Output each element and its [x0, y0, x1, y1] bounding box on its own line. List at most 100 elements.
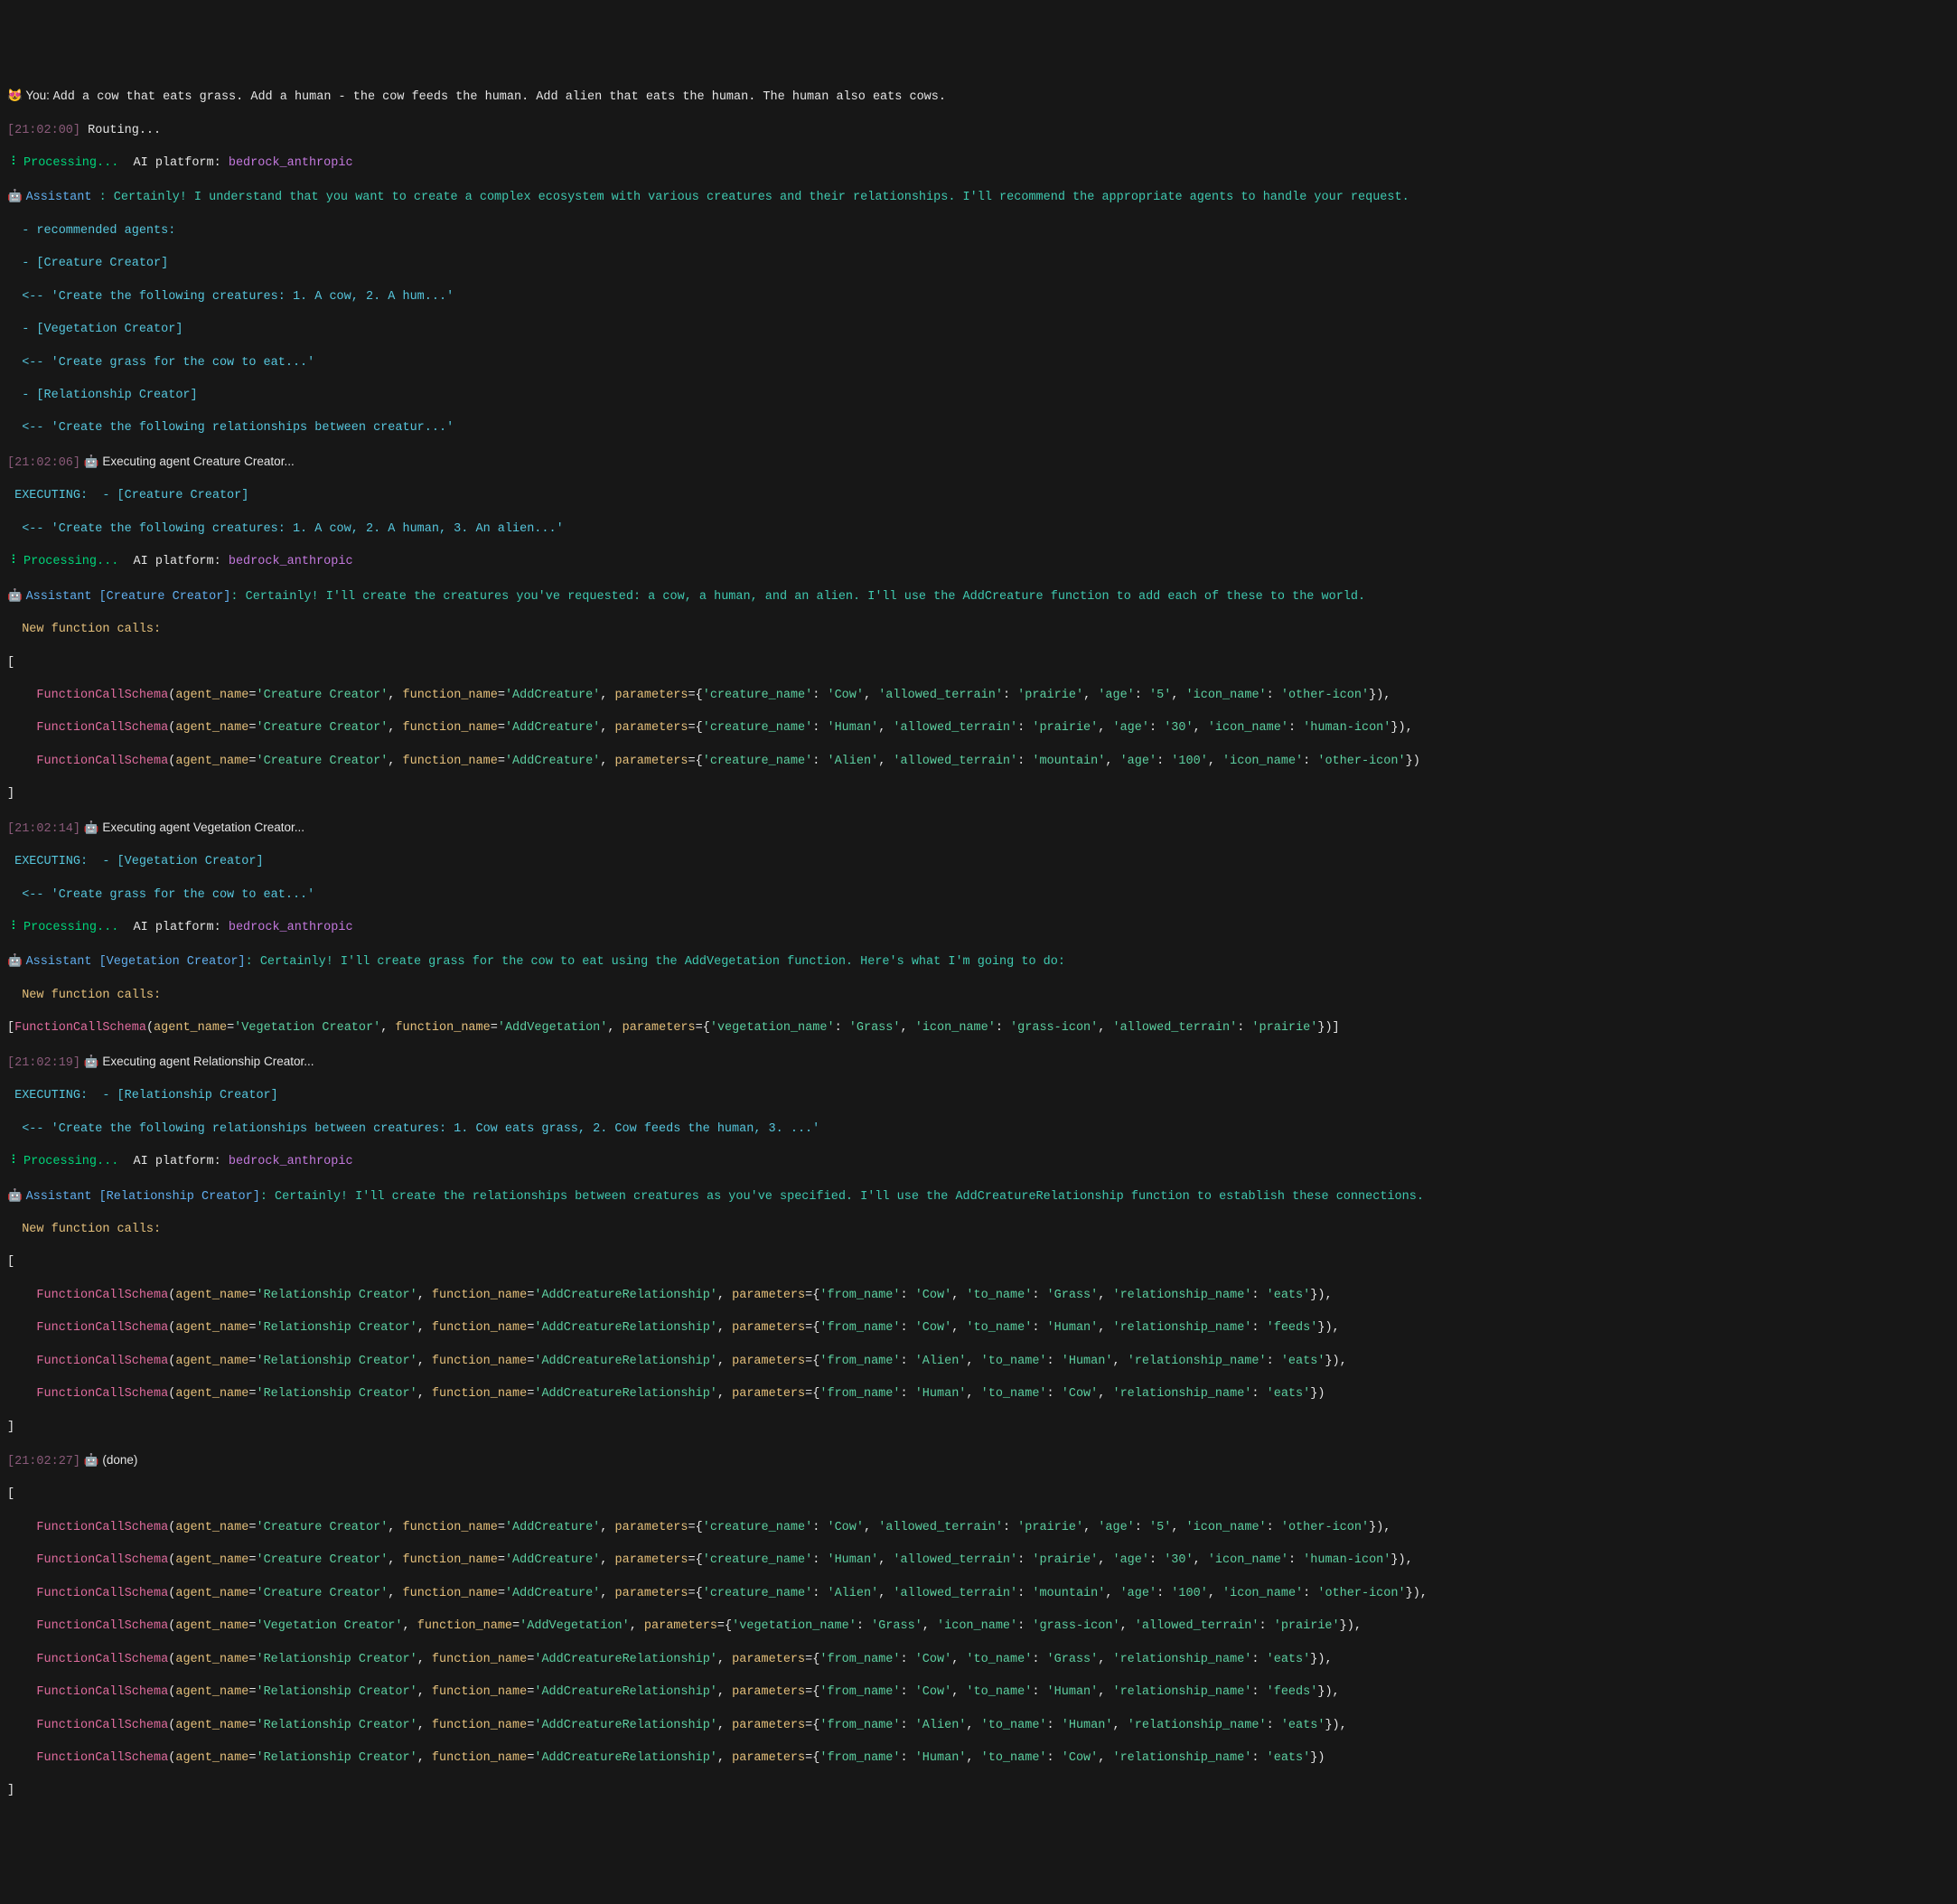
assistant-colon: :	[99, 191, 114, 204]
ai-platform-label: AI platform:	[118, 921, 229, 934]
function-call: FunctionCallSchema(agent_name='Relations…	[7, 1684, 1950, 1701]
assistant-text: Certainly! I understand that you want to…	[114, 191, 1409, 204]
function-call: [FunctionCallSchema(agent_name='Vegetati…	[7, 1020, 1950, 1036]
user-text: Add a cow that eats grass. Add a human -…	[53, 90, 946, 104]
exec-line: [21:02:19] 🤖 Executing agent Relationshi…	[7, 1054, 1950, 1072]
processing-line: ⠸ Processing... AI platform: bedrock_ant…	[7, 155, 1950, 172]
user-icon: 😻 You:	[7, 89, 53, 102]
assistant-label: Assistant	[26, 955, 99, 969]
executing-label-line: EXECUTING: - [Vegetation Creator]	[7, 854, 1950, 870]
recommended-agents: - recommended agents:	[7, 223, 1950, 239]
exec-task: <-- 'Create the following relationships …	[7, 1121, 1950, 1138]
processing-line: ⠸ Processing... AI platform: bedrock_ant…	[7, 554, 1950, 570]
ai-platform-value: bedrock_anthropic	[229, 921, 353, 934]
exec-task: <-- 'Create grass for the cow to eat...'	[7, 887, 1950, 904]
ai-platform-label: AI platform:	[118, 555, 229, 568]
ai-platform-label: AI platform:	[118, 156, 229, 170]
assistant-line: 🤖 Assistant [Relationship Creator]: Cert…	[7, 1187, 1950, 1205]
assistant-text: Certainly! I'll create the relationships…	[275, 1190, 1424, 1204]
bracket-close: ]	[7, 786, 1950, 802]
assistant-agent-bracket: [Vegetation Creator]	[99, 955, 246, 969]
assistant-label: Assistant	[26, 191, 99, 204]
bracket-open: [	[7, 655, 1950, 671]
bracket-close: ]	[7, 1420, 1950, 1436]
assistant-text: Certainly! I'll create the creatures you…	[246, 590, 1366, 604]
executing-text: 🤖 Executing agent Vegetation Creator...	[80, 821, 304, 834]
assistant-colon: :	[246, 955, 260, 969]
function-call: FunctionCallSchema(agent_name='Creature …	[7, 688, 1950, 704]
processing-label: ⠸ Processing...	[7, 1155, 118, 1168]
ai-platform-value: bedrock_anthropic	[229, 555, 353, 568]
processing-label: ⠸ Processing...	[7, 156, 118, 170]
exec-line: [21:02:14] 🤖 Executing agent Vegetation …	[7, 820, 1950, 838]
agent-item: - [Creature Creator]	[7, 256, 1950, 272]
function-call: FunctionCallSchema(agent_name='Creature …	[7, 754, 1950, 770]
assistant-colon: :	[230, 590, 245, 604]
timestamp: [21:02:14]	[7, 822, 80, 836]
function-call: FunctionCallSchema(agent_name='Relations…	[7, 1354, 1950, 1370]
bracket-close: ]	[7, 1783, 1950, 1799]
exec-line: [21:02:06] 🤖 Executing agent Creature Cr…	[7, 454, 1950, 472]
new-fn-calls: New function calls:	[7, 1222, 1950, 1238]
executing-label: EXECUTING:	[7, 1089, 88, 1102]
ai-platform-value: bedrock_anthropic	[229, 1155, 353, 1168]
agent-task: <-- 'Create the following relationships …	[7, 420, 1950, 436]
assistant-line: 🤖 Assistant : Certainly! I understand th…	[7, 188, 1950, 206]
robot-icon: 🤖	[7, 588, 26, 602]
agent-item: - [Vegetation Creator]	[7, 322, 1950, 338]
bracket-open: [	[7, 1254, 1950, 1271]
exec-task: <-- 'Create the following creatures: 1. …	[7, 521, 1950, 538]
function-call: FunctionCallSchema(agent_name='Relations…	[7, 1652, 1950, 1668]
executing-text: 🤖 Executing agent Relationship Creator..…	[80, 1055, 314, 1068]
agent-task: <-- 'Create the following creatures: 1. …	[7, 289, 1950, 305]
assistant-line: 🤖 Assistant [Creature Creator]: Certainl…	[7, 587, 1950, 605]
executing-label-line: EXECUTING: - [Relationship Creator]	[7, 1088, 1950, 1104]
agent-task: <-- 'Create grass for the cow to eat...'	[7, 355, 1950, 371]
bracket-open: [	[7, 1487, 1950, 1503]
function-call: FunctionCallSchema(agent_name='Creature …	[7, 1586, 1950, 1602]
function-call: FunctionCallSchema(agent_name='Relations…	[7, 1320, 1950, 1337]
ai-platform-value: bedrock_anthropic	[229, 156, 353, 170]
executing-label-line: EXECUTING: - [Creature Creator]	[7, 488, 1950, 504]
processing-line: ⠸ Processing... AI platform: bedrock_ant…	[7, 1154, 1950, 1170]
robot-icon: 🤖	[7, 189, 26, 202]
user-input-line: 😻 You: Add a cow that eats grass. Add a …	[7, 88, 1950, 106]
exec-agent: - [Relationship Creator]	[88, 1089, 278, 1102]
function-call: FunctionCallSchema(agent_name='Creature …	[7, 1520, 1950, 1536]
executing-text: 🤖 Executing agent Creature Creator...	[80, 455, 295, 468]
done-text: 🤖 (done)	[80, 1453, 137, 1467]
function-call: FunctionCallSchema(agent_name='Relations…	[7, 1718, 1950, 1734]
robot-icon: 🤖	[7, 1188, 26, 1202]
done-line: [21:02:27] 🤖 (done)	[7, 1452, 1950, 1470]
executing-label: EXECUTING:	[7, 855, 88, 868]
processing-label: ⠸ Processing...	[7, 921, 118, 934]
assistant-colon: :	[260, 1190, 275, 1204]
function-call: FunctionCallSchema(agent_name='Relations…	[7, 1386, 1950, 1402]
timestamp: [21:02:00]	[7, 124, 80, 137]
assistant-agent-bracket: [Relationship Creator]	[99, 1190, 260, 1204]
timestamp: [21:02:19]	[7, 1056, 80, 1070]
new-fn-calls: New function calls:	[7, 988, 1950, 1004]
terminal-output: 😻 You: Add a cow that eats grass. Add a …	[7, 71, 1950, 1816]
function-call: FunctionCallSchema(agent_name='Creature …	[7, 720, 1950, 736]
robot-icon: 🤖	[7, 953, 26, 967]
assistant-text: Certainly! I'll create grass for the cow…	[260, 955, 1065, 969]
ai-platform-label: AI platform:	[118, 1155, 229, 1168]
routing-text: Routing...	[80, 124, 161, 137]
assistant-agent-bracket: [Creature Creator]	[99, 590, 231, 604]
processing-label: ⠸ Processing...	[7, 555, 118, 568]
function-call: FunctionCallSchema(agent_name='Relations…	[7, 1288, 1950, 1304]
exec-agent: - [Creature Creator]	[88, 489, 248, 502]
timestamp-line: [21:02:00] Routing...	[7, 123, 1950, 139]
timestamp: [21:02:06]	[7, 456, 80, 470]
processing-line: ⠸ Processing... AI platform: bedrock_ant…	[7, 920, 1950, 936]
assistant-label: Assistant	[26, 1190, 99, 1204]
new-fn-calls: New function calls:	[7, 622, 1950, 638]
agent-item: - [Relationship Creator]	[7, 388, 1950, 404]
executing-label: EXECUTING:	[7, 489, 88, 502]
exec-agent: - [Vegetation Creator]	[88, 855, 263, 868]
assistant-line: 🤖 Assistant [Vegetation Creator]: Certai…	[7, 952, 1950, 971]
function-call: FunctionCallSchema(agent_name='Vegetatio…	[7, 1618, 1950, 1635]
timestamp: [21:02:27]	[7, 1455, 80, 1468]
function-call: FunctionCallSchema(agent_name='Relations…	[7, 1750, 1950, 1767]
